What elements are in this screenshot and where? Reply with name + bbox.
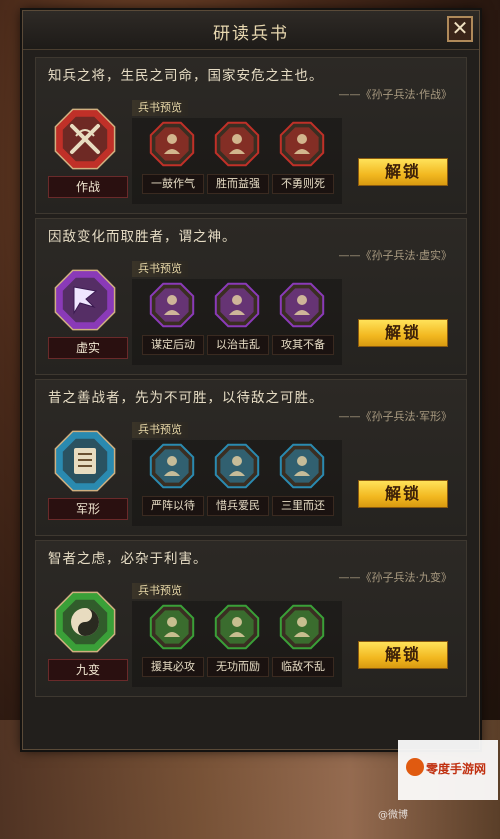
skill-name: 惜兵爱民 [207,496,269,516]
unlock-button[interactable]: 解锁 [358,641,448,669]
unlock-button[interactable]: 解锁 [358,158,448,186]
lightning-flag-icon [52,267,118,333]
brave-soldier-icon [278,120,326,168]
skill-name: 严阵以待 [142,496,204,516]
weibo-handle: @微博 [378,810,408,821]
skill-item[interactable]: 严阵以待 [142,442,204,524]
war-drum-icon [148,120,196,168]
skill-item[interactable]: 胜而益强 [207,120,269,202]
skill-item[interactable]: 以治击乱 [207,281,269,363]
book-quote: 因敌变化而取胜者，谓之神。 [48,229,237,245]
book-emblem-4[interactable]: 九变 [48,589,128,681]
skill-preview-list: 一鼓作气 胜而益强 不勇则死 [132,118,342,204]
quote-source: ——《孙子兵法·九变》 [338,571,453,584]
preview-label: 兵书预览 [132,100,188,116]
close-button[interactable]: ✕ [447,16,473,42]
skill-name: 攻其不备 [272,335,334,355]
site-logo-icon [406,758,424,776]
yin-yang-icon [52,589,118,655]
calm-commander-icon [278,603,326,651]
skill-item[interactable]: 攻其不备 [272,281,334,363]
skill-name: 不勇则死 [272,174,334,194]
skill-item[interactable]: 谋定后动 [142,281,204,363]
skill-item[interactable]: 惜兵爱民 [207,442,269,524]
unlock-button[interactable]: 解锁 [358,319,448,347]
book-name: 军形 [48,498,128,520]
skill-name: 无功而励 [207,657,269,677]
book-quote: 智者之虑，必杂于利害。 [48,551,208,567]
book-emblem-3[interactable]: 军形 [48,428,128,520]
quote-source: ——《孙子兵法·作战》 [338,88,453,101]
study-books-dialog: 研读兵书 ✕ 知兵之将，生民之司命，国家安危之主也。 ——《孙子兵法·作战》 作战兵… [22,10,480,750]
unlock-button[interactable]: 解锁 [358,480,448,508]
book-card: 智者之虑，必杂于利害。 ——《孙子兵法·九变》九变 兵书预览援其必攻 无功而励 临敌不乱… [35,540,467,697]
skill-preview-list: 援其必攻 无功而励 临敌不乱 [132,601,342,687]
encourage-icon [213,603,261,651]
quote-source: ——《孙子兵法·虚实》 [338,249,453,262]
book-card: 知兵之将，生民之司命，国家安危之主也。 ——《孙子兵法·作战》作战 兵书预览一鼓作气… [35,57,467,214]
book-name: 虚实 [48,337,128,359]
skill-item[interactable]: 无功而励 [207,603,269,685]
quote-source: ——《孙子兵法·军形》 [338,410,453,423]
skill-preview-list: 严阵以待 惜兵爱民 三里而还 [132,440,342,526]
skill-name: 以治击乱 [207,335,269,355]
skill-item[interactable]: 一鼓作气 [142,120,204,202]
book-card: 昔之善战者，先为不可胜，以待敌之可胜。 ——《孙子兵法·军形》军形 兵书预览严阵以待… [35,379,467,536]
dialog-title-bar: 研读兵书 ✕ [23,11,479,50]
formation-scroll-icon [52,428,118,494]
retreat-icon [278,442,326,490]
skill-name: 援其必攻 [142,657,204,677]
dialog-title: 研读兵书 [213,24,289,44]
skill-name: 一鼓作气 [142,174,204,194]
skill-name: 胜而益强 [207,174,269,194]
skill-name: 临敌不乱 [272,657,334,677]
strategist-icon [148,281,196,329]
skill-item[interactable]: 不勇则死 [272,120,334,202]
book-name: 九变 [48,659,128,681]
preview-label: 兵书预览 [132,261,188,277]
disciplined-strike-icon [213,281,261,329]
skill-name: 三里而还 [272,496,334,516]
skill-item[interactable]: 临敌不乱 [272,603,334,685]
book-emblem-1[interactable]: 作战 [48,106,128,198]
sprout-icon [213,442,261,490]
surprise-attack-icon [278,281,326,329]
preview-label: 兵书预览 [132,583,188,599]
site-watermark: 零度手游网 [398,740,498,800]
preview-label: 兵书预览 [132,422,188,438]
book-name: 作战 [48,176,128,198]
book-card: 因敌变化而取胜者，谓之神。 ——《孙子兵法·虚实》虚实 兵书预览谋定后动 以治击乱 攻其… [35,218,467,375]
skill-name: 谋定后动 [142,335,204,355]
reinforce-icon [148,603,196,651]
site-name: 零度手游网 [426,762,487,776]
skill-item[interactable]: 三里而还 [272,442,334,524]
book-quote: 昔之善战者，先为不可胜，以待敌之可胜。 [48,390,324,406]
victory-general-icon [213,120,261,168]
crossed-swords-icon [52,106,118,172]
skill-preview-list: 谋定后动 以治击乱 攻其不备 [132,279,342,365]
skill-item[interactable]: 援其必攻 [142,603,204,685]
book-quote: 知兵之将，生民之司命，国家安危之主也。 [48,68,324,84]
battle-formation-icon [148,442,196,490]
book-emblem-2[interactable]: 虚实 [48,267,128,359]
